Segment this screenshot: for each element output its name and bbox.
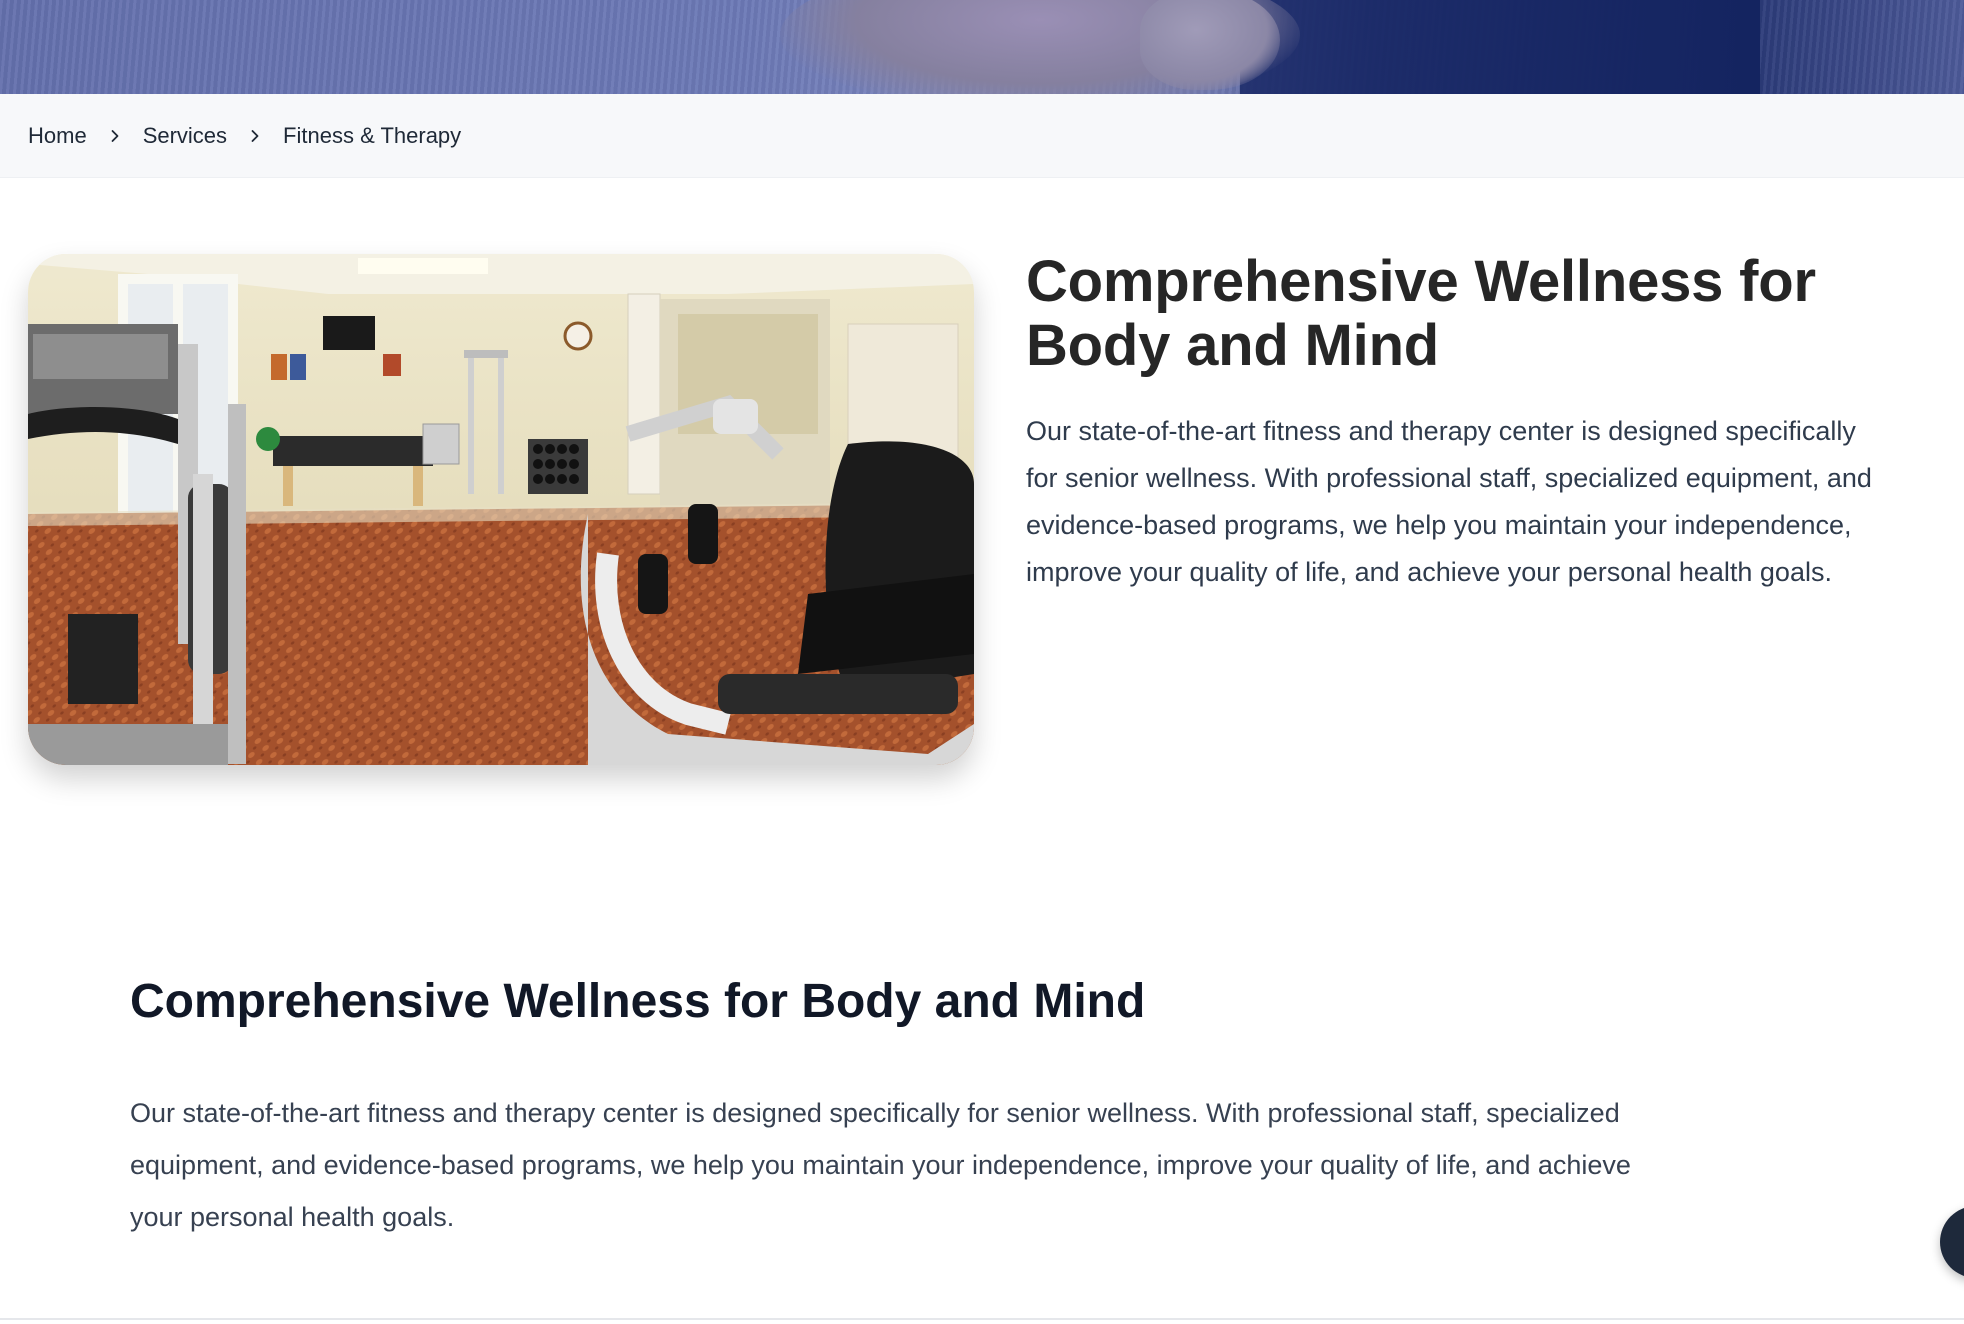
intro-heading-line: Comprehensive Wellness for bbox=[1026, 249, 1816, 314]
intro-paragraph-line: evidence-based programs, we help you mai… bbox=[1026, 510, 1852, 540]
intro-paragraph-line: Our state-of-the-art fitness and therapy… bbox=[1026, 416, 1856, 446]
breadcrumb-home-link[interactable]: Home bbox=[28, 123, 87, 149]
fitness-room-photo bbox=[28, 254, 974, 765]
hero-image bbox=[0, 0, 1964, 94]
intro-heading: Comprehensive Wellness for Body and Mind bbox=[1026, 250, 1946, 378]
section-paragraph: Our state-of-the-art fitness and therapy… bbox=[130, 1087, 1850, 1243]
intro-paragraph: Our state-of-the-art fitness and therapy… bbox=[1026, 408, 1964, 596]
breadcrumb-current-page: Fitness & Therapy bbox=[283, 122, 462, 148]
section-paragraph-line: Our state-of-the-art fitness and therapy… bbox=[130, 1098, 1620, 1128]
chevron-right-icon bbox=[87, 124, 143, 148]
divider bbox=[0, 1318, 1964, 1320]
intro-paragraph-line: improve your quality of life, and achiev… bbox=[1026, 557, 1832, 587]
breadcrumb: Home Services Fitness & Therapy bbox=[0, 94, 1964, 178]
chevron-right-icon bbox=[227, 124, 283, 148]
intro-heading-line: Body and Mind bbox=[1026, 313, 1440, 378]
floating-action-button[interactable] bbox=[1940, 1206, 1964, 1278]
section-paragraph-line: equipment, and evidence-based programs, … bbox=[130, 1150, 1631, 1180]
breadcrumb-services-link[interactable]: Services bbox=[143, 123, 227, 149]
page: Home Services Fitness & Therapy Comprehe… bbox=[0, 0, 1964, 1324]
section-heading: Comprehensive Wellness for Body and Mind bbox=[130, 975, 1146, 1028]
section-paragraph-line: your personal health goals. bbox=[130, 1202, 455, 1232]
intro-paragraph-line: for senior wellness. With professional s… bbox=[1026, 463, 1872, 493]
